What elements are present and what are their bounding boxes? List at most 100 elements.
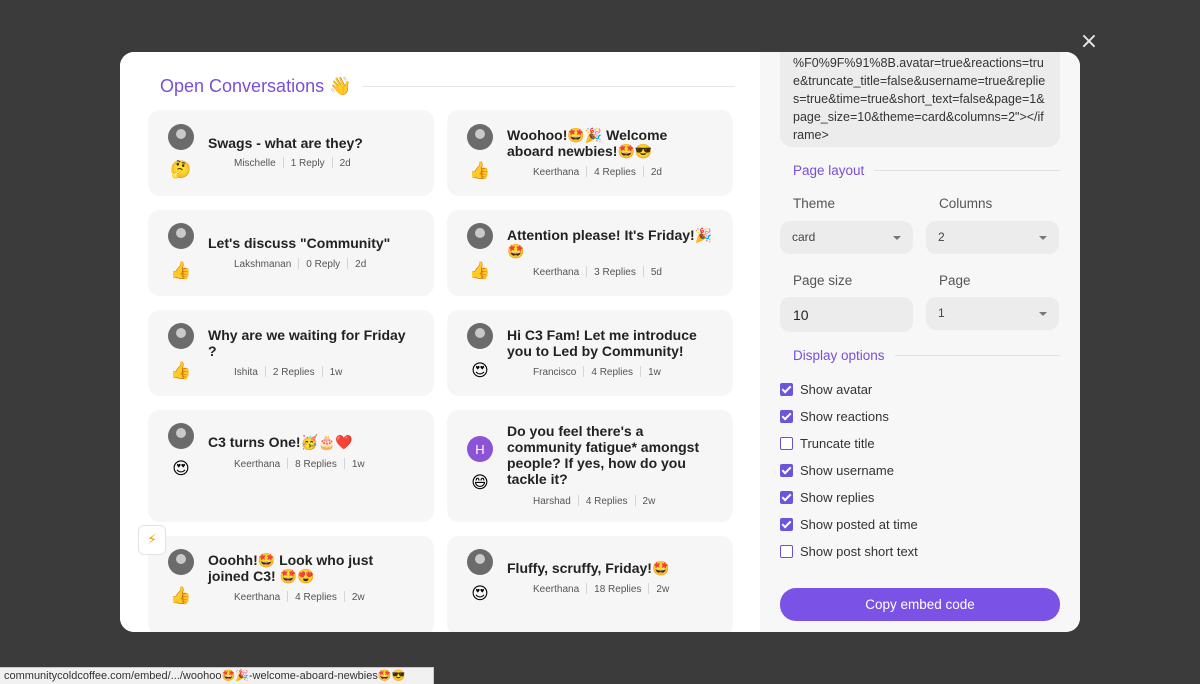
conversation-card[interactable]: Attention please! It's Friday!🎉🤩 👍 Keert… [447,210,733,296]
meta-replies: 1 Reply [290,158,325,169]
reaction-icon: 👍 [170,261,192,281]
meta-separator [298,258,300,269]
bolt-icon[interactable]: ⚡ [138,525,166,555]
option-show-avatar[interactable]: Show avatar [780,381,872,397]
option-show-username[interactable]: Show username [780,462,894,478]
embed-modal: Open Conversations 👋 Swags - what are th… [120,52,1080,632]
page-size-input[interactable] [780,297,913,332]
checkbox[interactable] [780,463,793,477]
conversation-card[interactable]: Woohoo!🤩🎉 Welcome aboard newbies!🤩😎 👍 Ke… [447,110,733,196]
divider [361,85,735,87]
meta-separator [577,495,579,506]
meta-time: 2d [355,259,367,270]
embed-code-box[interactable]: %F0%9F%91%8B.avatar=true&reactions=true&… [780,52,1060,147]
checkbox[interactable] [780,436,793,450]
reaction-icon: 🤔 [170,160,192,180]
avatar [168,549,194,575]
avatar [467,323,493,349]
page-select[interactable]: 1 [926,297,1059,330]
option-show-reactions[interactable]: Show reactions [780,408,889,424]
theme-select-value: card [792,230,816,244]
meta-time: 5d [650,267,662,278]
chevron-down-icon [1039,236,1047,240]
checkbox[interactable] [780,409,793,423]
meta-separator [264,366,266,377]
option-show-posted-at-time[interactable]: Show posted at time [780,516,918,532]
chevron-down-icon [893,236,901,240]
conversation-title: Attention please! It's Friday!🎉🤩 [507,227,713,259]
meta-author: Mischelle [234,158,276,169]
conversation-card[interactable]: Hi C3 Fam! Let me introduce you to Led b… [447,310,733,396]
reaction-icon: 👍 [170,361,192,381]
checkbox[interactable] [780,490,793,504]
option-show-post-short-text[interactable]: Show post short text [780,543,918,559]
conversation-card[interactable]: C3 turns One!🥳🎂❤️ 😍 Keerthana 8 Replies 1w [148,410,434,522]
conversation-meta: Ishita 2 Replies 1w [234,366,342,378]
meta-time: 2w [351,592,365,603]
conversation-card[interactable]: Fluffy, scruffy, Friday!🤩 😍 Keerthana 18 … [447,536,733,632]
meta-replies: 3 Replies [594,267,636,278]
meta-author: Keerthana [533,267,580,278]
conversation-card[interactable]: Let's discuss "Community" 👍 Lakshmanan 0 … [148,210,434,296]
preview-pane: Open Conversations 👋 Swags - what are th… [120,52,760,632]
avatar: H [467,436,493,462]
checkbox[interactable] [780,517,793,531]
conversation-card[interactable]: H Do you feel there's a community fatigu… [447,410,733,522]
meta-separator [331,157,333,168]
meta-replies: 8 Replies [295,459,337,470]
meta-time: 2d [339,158,351,169]
option-truncate-title[interactable]: Truncate title [780,435,875,451]
meta-time: 2w [642,496,656,507]
columns-select[interactable]: 2 [926,221,1059,254]
page-layout-label: Page layout [793,163,865,178]
conversation-title: Do you feel there's a community fatigue*… [507,423,700,487]
conversation-card[interactable]: Swags - what are they? 🤔 Mischelle 1 Repl… [148,110,434,196]
columns-label: Columns [939,196,993,211]
meta-time: 2d [650,167,662,178]
settings-pane: %F0%9F%91%8B.avatar=true&reactions=true&… [760,52,1080,632]
conversation-meta: Mischelle 1 Reply 2d [234,157,351,169]
meta-separator [343,458,345,469]
meta-replies: 4 Replies [591,367,634,378]
meta-separator [282,157,284,168]
option-label: Show posted at time [800,516,918,532]
conversation-card[interactable]: Ooohh!🤩 Look who just joined C3! 🤩😍 👍 Ke… [148,536,434,632]
copy-embed-code-button[interactable]: Copy embed code [780,588,1060,621]
reaction-icon: 👍 [469,261,491,281]
option-label: Show replies [800,489,875,505]
reaction-icon: 😍 [172,459,190,479]
checkbox[interactable] [780,382,793,396]
reaction-icon: 😍 [471,584,489,604]
meta-separator [640,366,642,377]
option-label: Show username [800,462,894,478]
close-icon[interactable]: × [1078,31,1100,53]
meta-time: 2w [656,584,670,595]
chevron-down-icon [1039,312,1047,316]
option-show-replies[interactable]: Show replies [780,489,874,505]
conversation-card[interactable]: Why are we waiting for Friday ? 👍 Ishita… [148,310,434,396]
conversation-meta: Francisco 4 Replies 1w [533,366,661,378]
meta-author: Harshad [533,496,571,507]
display-options-section: Display options [793,348,1060,363]
meta-time: 1w [351,459,365,470]
display-options-label: Display options [793,348,885,363]
meta-separator [642,266,644,277]
meta-author: Francisco [533,367,577,378]
avatar [467,124,493,150]
checkbox[interactable] [780,544,793,558]
meta-replies: 4 Replies [295,592,337,603]
conversation-title: Woohoo!🤩🎉 Welcome aboard newbies!🤩😎 [507,127,668,159]
avatar [168,323,194,349]
divider [894,355,1060,356]
meta-author: Ishita [234,367,258,378]
meta-replies: 0 Reply [306,259,341,270]
conversation-title: Hi C3 Fam! Let me introduce you to Led b… [507,327,697,359]
meta-separator [343,591,345,602]
meta-author: Keerthana [234,459,281,470]
meta-replies: 4 Replies [585,496,628,507]
meta-time: 1w [329,367,343,378]
theme-select[interactable]: card [780,221,913,254]
meta-author: Keerthana [234,592,281,603]
reaction-icon: 👍 [469,161,491,181]
option-label: Show post short text [800,543,918,559]
